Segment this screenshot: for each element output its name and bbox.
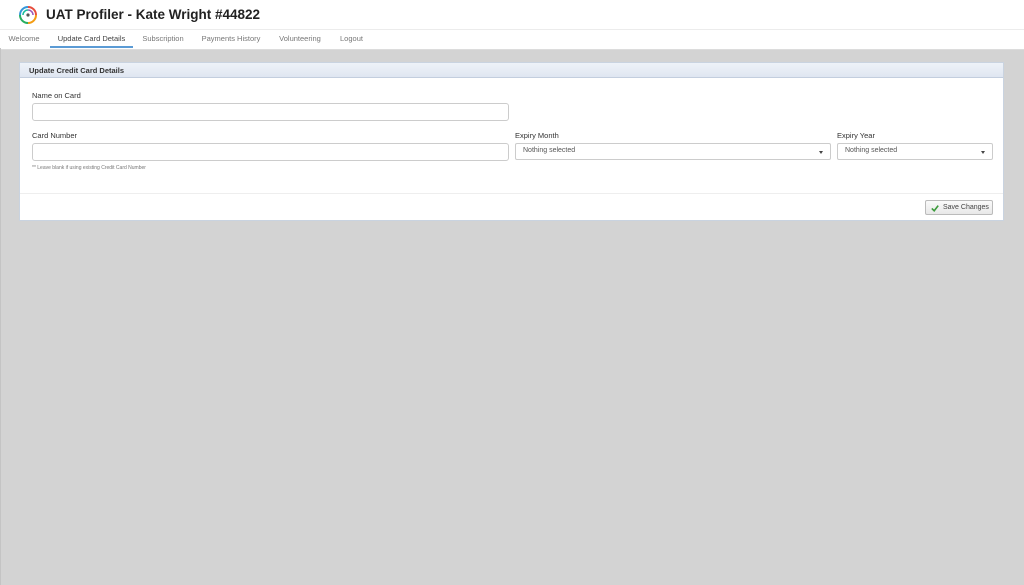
page-title: UAT Profiler - Kate Wright #44822 [46,7,261,22]
expiry-month-value: Nothing selected [523,147,576,154]
main-nav: Welcome Update Card Details Subscription… [0,29,1024,50]
check-icon [931,205,939,212]
update-card-panel: Update Credit Card Details Name on Card … [19,62,1004,221]
save-changes-button[interactable]: Save Changes [925,200,993,215]
caret-down-icon [981,151,985,154]
tab-update-card-details[interactable]: Update Card Details [50,30,133,48]
save-changes-label: Save Changes [943,204,989,211]
expiry-year-select[interactable]: Nothing selected [837,143,993,160]
panel-footer-divider [20,193,1003,194]
tab-volunteering[interactable]: Volunteering [273,30,327,48]
name-on-card-label: Name on Card [32,91,81,100]
name-on-card-input[interactable] [32,103,509,121]
card-number-label: Card Number [32,131,78,140]
tab-payments-history[interactable]: Payments History [196,30,266,48]
tab-logout[interactable]: Logout [334,30,369,48]
panel-heading: Update Credit Card Details [20,63,1003,78]
card-number-input[interactable] [32,143,509,161]
expiry-month-select[interactable]: Nothing selected [515,143,831,160]
card-number-help: ** Leave blank if using existing Credit … [32,165,146,171]
expiry-year-label: Expiry Year [837,131,875,140]
app-header: UAT Profiler - Kate Wright #44822 [0,0,1024,29]
tab-subscription[interactable]: Subscription [137,30,189,48]
expiry-year-value: Nothing selected [845,147,898,154]
expiry-month-label: Expiry Month [515,131,559,140]
panel-title: Update Credit Card Details [29,66,125,75]
caret-down-icon [819,151,823,154]
tab-welcome[interactable]: Welcome [0,30,48,48]
window-edge [0,48,1,585]
swirl-logo-icon [19,6,37,24]
